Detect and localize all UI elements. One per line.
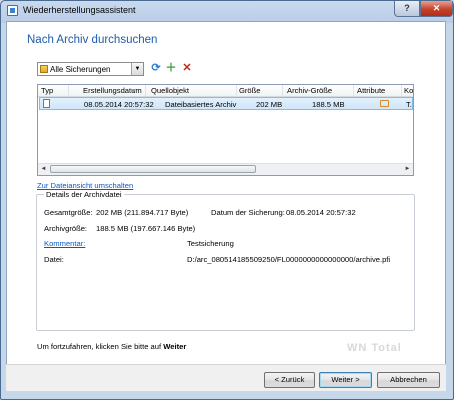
help-button[interactable]: ? <box>394 1 420 17</box>
refresh-icon[interactable]: ⟳ <box>150 62 162 74</box>
column-header-size[interactable]: Größe <box>239 86 261 95</box>
archive-size-label: Archivgröße: <box>44 224 88 233</box>
backup-date-label: Datum der Sicherung: <box>211 208 285 217</box>
backup-filter-select[interactable]: Alle Sicherungen ▼ <box>37 62 144 76</box>
total-size-label: Gesamtgröße: <box>44 208 93 217</box>
add-archive-icon[interactable]: ＋ <box>165 62 177 74</box>
switch-to-file-view-link[interactable]: Zur Dateiansicht umschalten <box>37 181 133 190</box>
cell-source: Dateibasiertes Archiv <box>165 100 237 109</box>
attribute-icon <box>380 100 389 107</box>
column-header-comment[interactable]: Ko <box>404 86 413 95</box>
table-header: Typ Erstellungsdatum Quellobjekt Größe A… <box>38 85 413 97</box>
window-title: Wiederherstellungsassistent <box>23 5 136 15</box>
comment-link[interactable]: Kommentar: <box>44 239 85 248</box>
table-row[interactable]: 08.05.2014 20:57:32 Dateibasiertes Archi… <box>39 97 413 110</box>
cell-comment: T. <box>406 100 412 109</box>
cell-size: 202 MB <box>256 100 283 109</box>
sort-descending-icon <box>130 89 136 93</box>
instruction-prefix: Um fortzufahren, klicken Sie bitte auf <box>37 342 162 351</box>
scroll-right-icon[interactable]: ► <box>402 164 413 175</box>
comment-value: Testsicherung <box>187 239 234 248</box>
backup-filter-value: Alle Sicherungen <box>50 65 111 74</box>
delete-archive-icon[interactable]: ✕ <box>181 62 193 74</box>
instruction-text: Um fortzufahren, klicken Sie bitte auf W… <box>37 342 186 351</box>
back-button[interactable]: < Zurück <box>264 372 315 388</box>
column-header-attributes[interactable]: Attribute <box>357 86 385 95</box>
total-size-value: 202 MB (211.894.717 Byte) <box>96 208 189 217</box>
page-heading: Nach Archiv durchsuchen <box>27 34 158 46</box>
archive-size-value: 188.5 MB (197.667.146 Byte) <box>96 224 196 233</box>
column-header-archive-size[interactable]: Archiv-Größe <box>287 86 332 95</box>
file-path-value: D:/arc_080514185509250/FL000000000000000… <box>187 255 391 264</box>
cell-date: 08.05.2014 20:57:32 <box>84 100 154 109</box>
cell-archive-size: 188.5 MB <box>312 100 345 109</box>
close-button[interactable]: ✕ <box>420 1 453 17</box>
archive-table: Typ Erstellungsdatum Quellobjekt Größe A… <box>37 84 414 176</box>
next-button[interactable]: Weiter > <box>319 372 372 388</box>
horizontal-scrollbar[interactable]: ◄ ► <box>38 163 413 175</box>
archive-details-legend: Details der Archivdatei <box>44 190 124 199</box>
app-icon <box>7 5 18 16</box>
archive-file-icon <box>43 99 50 108</box>
scroll-left-icon[interactable]: ◄ <box>38 164 49 175</box>
backup-date-value: 08.05.2014 20:57:32 <box>286 208 356 217</box>
file-label: Datei: <box>44 255 64 264</box>
backup-folder-icon <box>40 65 48 73</box>
cancel-button[interactable]: Abbrechen <box>377 372 440 388</box>
column-header-source[interactable]: Quellobjekt <box>151 86 189 95</box>
column-header-type[interactable]: Typ <box>41 86 53 95</box>
instruction-emphasis: Weiter <box>163 342 187 351</box>
watermark-logo: WN Total <box>347 342 402 354</box>
title-bar: Wiederherstellungsassistent ? ✕ <box>1 1 453 21</box>
chevron-down-icon[interactable]: ▼ <box>131 63 143 75</box>
scroll-thumb[interactable] <box>50 165 256 173</box>
